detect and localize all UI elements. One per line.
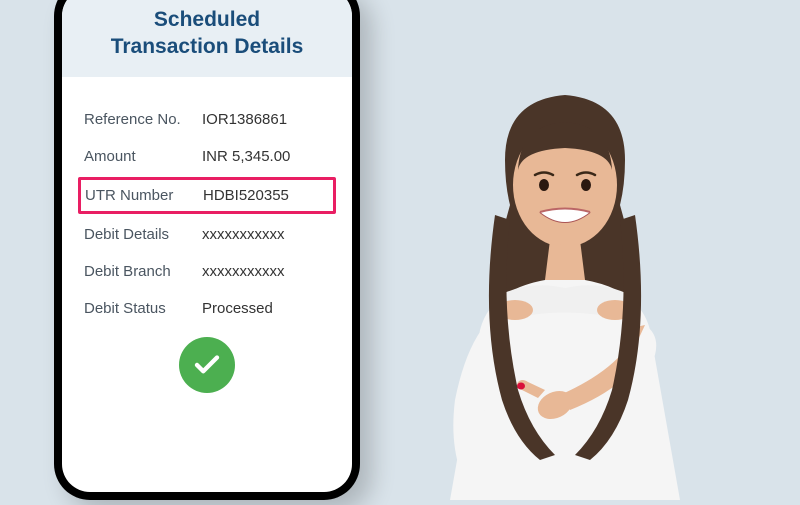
utr-value: HDBI520355 (203, 187, 329, 204)
debit-details-label: Debit Details (84, 226, 202, 243)
debit-branch-label: Debit Branch (84, 263, 202, 280)
reference-label: Reference No. (84, 111, 202, 128)
amount-value: INR 5,345.00 (202, 148, 330, 165)
debit-status-label: Debit Status (84, 300, 202, 317)
page-title: Scheduled Transaction Details (72, 6, 342, 61)
screen-header: Scheduled Transaction Details (62, 0, 352, 77)
detail-row-debit-details: Debit Details xxxxxxxxxxx (80, 216, 334, 253)
phone-device-frame: Scheduled Transaction Details Reference … (54, 0, 360, 500)
transaction-details-list: Reference No. IOR1386861 Amount INR 5,34… (62, 77, 352, 492)
title-line-2: Transaction Details (111, 35, 304, 58)
detail-row-amount: Amount INR 5,345.00 (80, 138, 334, 175)
detail-row-debit-status: Debit Status Processed (80, 290, 334, 327)
debit-status-value: Processed (202, 300, 330, 317)
reference-value: IOR1386861 (202, 111, 330, 128)
title-line-1: Scheduled (154, 8, 260, 31)
detail-row-reference: Reference No. IOR1386861 (80, 101, 334, 138)
detail-row-utr-highlighted: UTR Number HDBI520355 (78, 177, 336, 214)
person-photo (390, 40, 770, 500)
detail-row-debit-branch: Debit Branch xxxxxxxxxxx (80, 253, 334, 290)
phone-screen: Scheduled Transaction Details Reference … (62, 0, 352, 492)
utr-label: UTR Number (85, 187, 203, 204)
amount-label: Amount (84, 148, 202, 165)
success-indicator (80, 327, 334, 403)
debit-branch-value: xxxxxxxxxxx (202, 263, 330, 280)
checkmark-icon (179, 337, 235, 393)
debit-details-value: xxxxxxxxxxx (202, 226, 330, 243)
